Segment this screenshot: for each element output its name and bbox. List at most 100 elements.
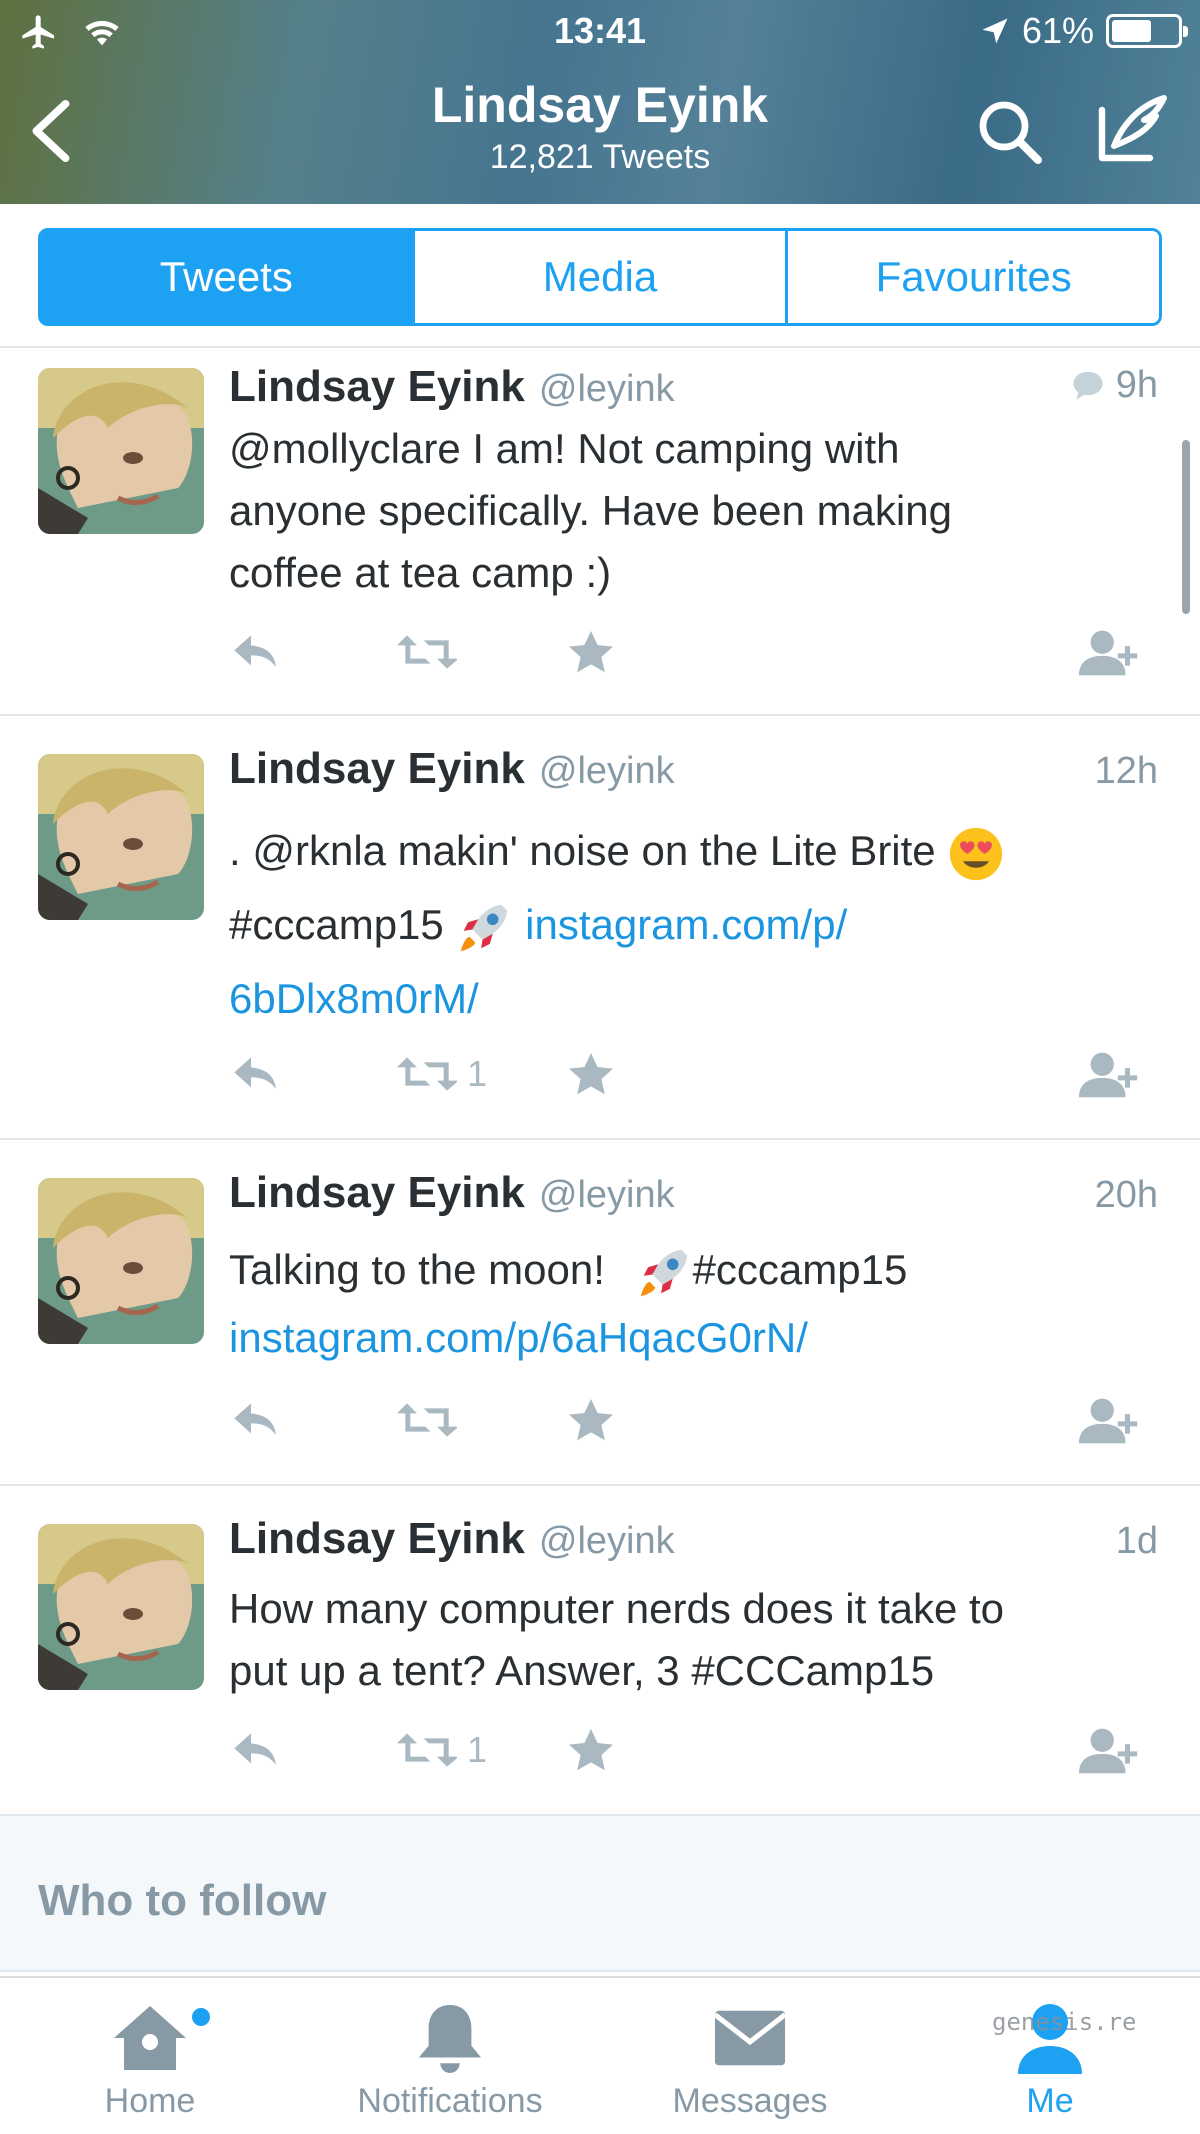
reply-icon (234, 635, 276, 667)
compose-icon[interactable] (1094, 90, 1170, 166)
author-handle: @leyink (538, 368, 675, 410)
reply-icon (234, 1403, 276, 1435)
heart-eyes-emoji-icon (950, 827, 1003, 881)
reply-icon (234, 1733, 276, 1765)
avatar[interactable] (38, 1178, 204, 1344)
retweet-count: 1 (467, 1053, 488, 1094)
tweet-actions (229, 1390, 1162, 1450)
hashtag[interactable]: #cccamp15 (229, 901, 444, 948)
segmented-control: Tweets Media Favourites (38, 228, 1162, 326)
retweet-icon (397, 1057, 457, 1091)
author-name[interactable]: Lindsay Eyink (229, 362, 525, 412)
retweet-count: 1 (467, 1729, 488, 1770)
tweet-link[interactable]: 6bDlx8m0rM/ (229, 975, 479, 1022)
retweet-icon (397, 635, 457, 669)
watermark: genesis.re (992, 2008, 1137, 2036)
bell-icon (418, 2004, 482, 2073)
tweet-text: . @rknla makin' noise on the Lite Brite … (229, 814, 1162, 1036)
bottom-tab-bar: Home Notifications Messages Me (0, 1976, 1200, 2134)
reply-button[interactable] (231, 622, 281, 682)
tweet-item[interactable]: Lindsay Eyink @leyink 12h . @rknla makin… (0, 716, 1200, 1140)
status-bar: 13:41 61% (0, 0, 1200, 66)
tweet-time: 1d (1115, 1520, 1158, 1562)
author-name[interactable]: Lindsay Eyink (229, 1514, 525, 1564)
avatar[interactable] (38, 1524, 204, 1690)
tweet-text-line: How many computer nerds does it take to (229, 1585, 1005, 1632)
conversation-bubble-icon (1073, 371, 1103, 400)
rocket-emoji-icon (461, 904, 508, 952)
notification-dot (192, 2008, 210, 2026)
retweet-icon (397, 1403, 457, 1437)
search-icon[interactable] (974, 96, 1046, 168)
author-handle: @leyink (538, 1520, 675, 1562)
tweet-time: 12h (1094, 750, 1158, 792)
envelope-icon (713, 2010, 787, 2066)
scrollbar[interactable] (1182, 440, 1190, 614)
who-to-follow-section[interactable]: Who to follow (0, 1816, 1200, 1972)
follow-user-icon (1078, 1052, 1138, 1098)
reply-button[interactable] (231, 1720, 281, 1780)
tweet-item[interactable]: Lindsay Eyink @leyink 1d How many comput… (0, 1486, 1200, 1816)
favorite-button[interactable] (567, 622, 615, 682)
tab-favourites[interactable]: Favourites (788, 231, 1159, 323)
retweet-icon (397, 1733, 457, 1767)
reply-icon (234, 1057, 276, 1089)
tab-label: Me (1026, 2082, 1074, 2120)
favorite-button[interactable] (567, 1044, 615, 1104)
tweet-actions: 1 (229, 1044, 1162, 1104)
hashtag[interactable]: #cccamp15 (693, 1246, 908, 1293)
retweet-button[interactable]: 1 (397, 1720, 487, 1780)
tab-messages[interactable]: Messages (600, 1978, 900, 2134)
tweet-item[interactable]: Lindsay Eyink @leyink 20h Talking to the… (0, 1140, 1200, 1486)
tweet-actions (229, 622, 1162, 682)
profile-header: 13:41 61% Lindsay Eyink 12,821 Tweets (0, 0, 1200, 204)
follow-button[interactable] (1077, 1044, 1143, 1104)
profile-tabs-bar: Tweets Media Favourites (0, 204, 1200, 348)
author-name[interactable]: Lindsay Eyink (229, 1168, 525, 1218)
tab-label: Messages (672, 2082, 828, 2120)
star-icon (569, 1399, 613, 1441)
tweet-actions: 1 (229, 1720, 1162, 1780)
tweet-text: Talking to the moon! #cccamp15 instagram… (229, 1236, 1162, 1372)
follow-button[interactable] (1077, 1390, 1143, 1450)
tab-notifications[interactable]: Notifications (300, 1978, 600, 2134)
favorite-button[interactable] (567, 1720, 615, 1780)
home-icon (114, 2006, 186, 2070)
follow-user-icon (1078, 630, 1138, 676)
retweet-button[interactable] (397, 1390, 457, 1450)
follow-button[interactable] (1077, 1720, 1143, 1780)
tweet-text-line: Talking to the moon! (229, 1246, 605, 1293)
star-icon (569, 1053, 613, 1095)
tweet-text-line: @mollyclare I am! Not camping with (229, 425, 900, 472)
follow-user-icon (1078, 1728, 1138, 1774)
tweet-time: 9h (1115, 363, 1158, 406)
tweet-link[interactable]: instagram.com/p/6aHqacG0rN/ (229, 1314, 808, 1361)
favorite-button[interactable] (567, 1390, 615, 1450)
tab-me[interactable]: Me (900, 1978, 1200, 2134)
tweet-text-line: coffee at tea camp :) (229, 549, 612, 596)
reply-button[interactable] (231, 1390, 281, 1450)
location-arrow-icon (982, 18, 1008, 44)
battery-percent: 61% (1021, 10, 1094, 51)
retweet-button[interactable]: 1 (397, 1044, 487, 1104)
author-handle: @leyink (538, 1174, 675, 1216)
reply-button[interactable] (231, 1044, 281, 1104)
avatar[interactable] (38, 368, 204, 534)
tab-media[interactable]: Media (414, 231, 789, 323)
follow-button[interactable] (1077, 622, 1143, 682)
avatar[interactable] (38, 754, 204, 920)
tweet-text: How many computer nerds does it take to … (229, 1578, 1162, 1702)
tab-home[interactable]: Home (0, 1978, 300, 2134)
tab-label: Notifications (357, 2082, 543, 2120)
tweet-text-line: put up a tent? Answer, 3 #CCCamp15 (229, 1647, 935, 1694)
tweet-text-line: . @rknla makin' noise on the Lite Brite (229, 827, 936, 874)
retweet-button[interactable] (397, 622, 457, 682)
tab-tweets[interactable]: Tweets (41, 231, 415, 323)
tweet-link[interactable]: instagram.com/p/ (525, 901, 847, 948)
author-handle: @leyink (538, 750, 675, 792)
battery-icon (1106, 14, 1188, 48)
tweet-time: 20h (1094, 1174, 1158, 1216)
tab-label: Home (104, 2082, 196, 2120)
tweet-item[interactable]: Lindsay Eyink @leyink 9h @mollyclare I a… (0, 350, 1200, 716)
author-name[interactable]: Lindsay Eyink (229, 744, 525, 794)
